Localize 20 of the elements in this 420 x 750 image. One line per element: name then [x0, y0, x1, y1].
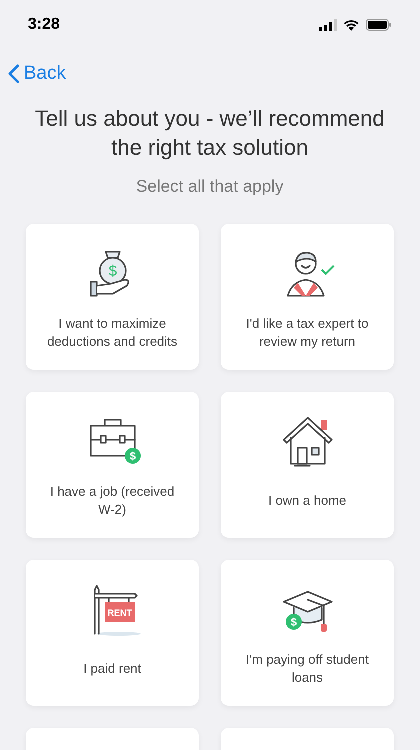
wifi-icon [343, 19, 360, 31]
signal-icon [319, 19, 337, 31]
option-card[interactable]: I'd like a tax expert to review my return [221, 224, 394, 370]
option-label: I paid rent [82, 660, 142, 678]
option-card[interactable]: $ I have a job (received W-2) [26, 392, 199, 538]
status-time: 3:28 [28, 15, 60, 35]
option-label: I'd like a tax expert to review my return [245, 314, 370, 350]
option-label: I have a job (received W-2) [49, 482, 176, 518]
option-card[interactable]: I own a home [221, 392, 394, 538]
option-label: I'm paying off student loans [245, 650, 370, 686]
option-card[interactable]: RENT I paid rent [26, 560, 199, 706]
option-card[interactable]: $ I'm paying off student loans [221, 560, 394, 706]
option-card[interactable]: $ I want to maximize deductions and credits [26, 224, 199, 370]
battery-icon [366, 19, 392, 31]
instruction-text: Select all that apply [135, 176, 285, 198]
back-button[interactable]: Back [8, 60, 66, 88]
chevron-left-icon [8, 64, 20, 84]
option-label: I want to maximize deductions and credits [46, 314, 179, 350]
option-label: I own a home [267, 492, 348, 510]
page-title: Tell us about you - we’ll recommend the right tax solution [34, 105, 386, 162]
